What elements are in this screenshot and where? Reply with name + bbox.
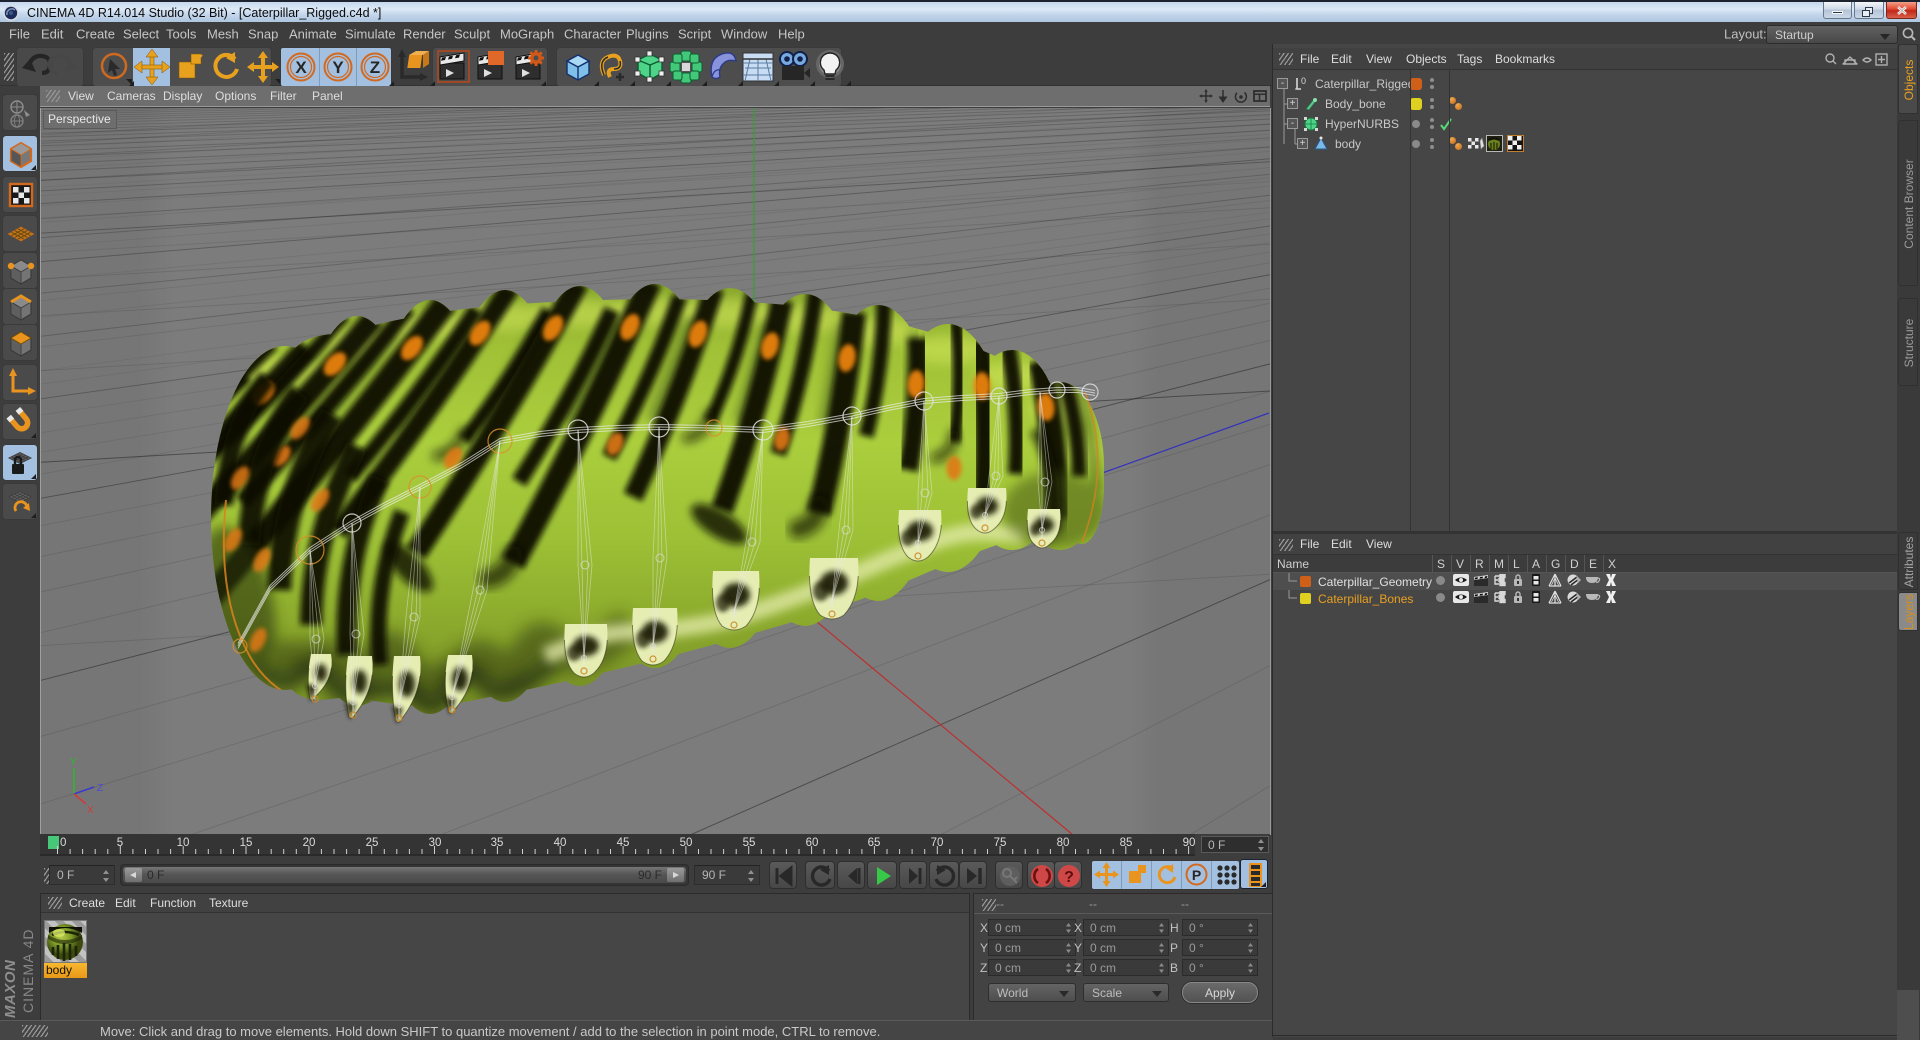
- svg-text:85: 85: [1120, 837, 1133, 849]
- svg-text:?: ?: [1064, 869, 1074, 886]
- svg-text:P: P: [1192, 867, 1201, 883]
- svg-text:35: 35: [491, 837, 504, 849]
- svg-text:25: 25: [366, 837, 379, 849]
- svg-text:Z: Z: [97, 783, 103, 794]
- svg-text:80: 80: [1057, 837, 1070, 849]
- svg-text:75: 75: [994, 837, 1007, 849]
- svg-text:45: 45: [617, 837, 630, 849]
- svg-text:10: 10: [177, 837, 190, 849]
- svg-text:Y: Y: [332, 58, 344, 77]
- svg-text:70: 70: [931, 837, 944, 849]
- svg-text:55: 55: [743, 837, 756, 849]
- svg-text:0: 0: [1301, 76, 1306, 86]
- svg-text:0: 0: [60, 837, 66, 849]
- svg-text:X: X: [295, 58, 307, 77]
- svg-text:20: 20: [303, 837, 316, 849]
- svg-text:65: 65: [868, 837, 881, 849]
- svg-text:50: 50: [680, 837, 693, 849]
- svg-text:Z: Z: [370, 58, 380, 77]
- svg-text:15: 15: [240, 837, 253, 849]
- svg-text:Y: Y: [70, 757, 77, 768]
- svg-text:5: 5: [117, 837, 123, 849]
- svg-text:30: 30: [429, 837, 442, 849]
- svg-text:90: 90: [1183, 837, 1196, 849]
- svg-text:60: 60: [806, 837, 819, 849]
- svg-text:40: 40: [554, 837, 567, 849]
- svg-text:X: X: [87, 805, 94, 816]
